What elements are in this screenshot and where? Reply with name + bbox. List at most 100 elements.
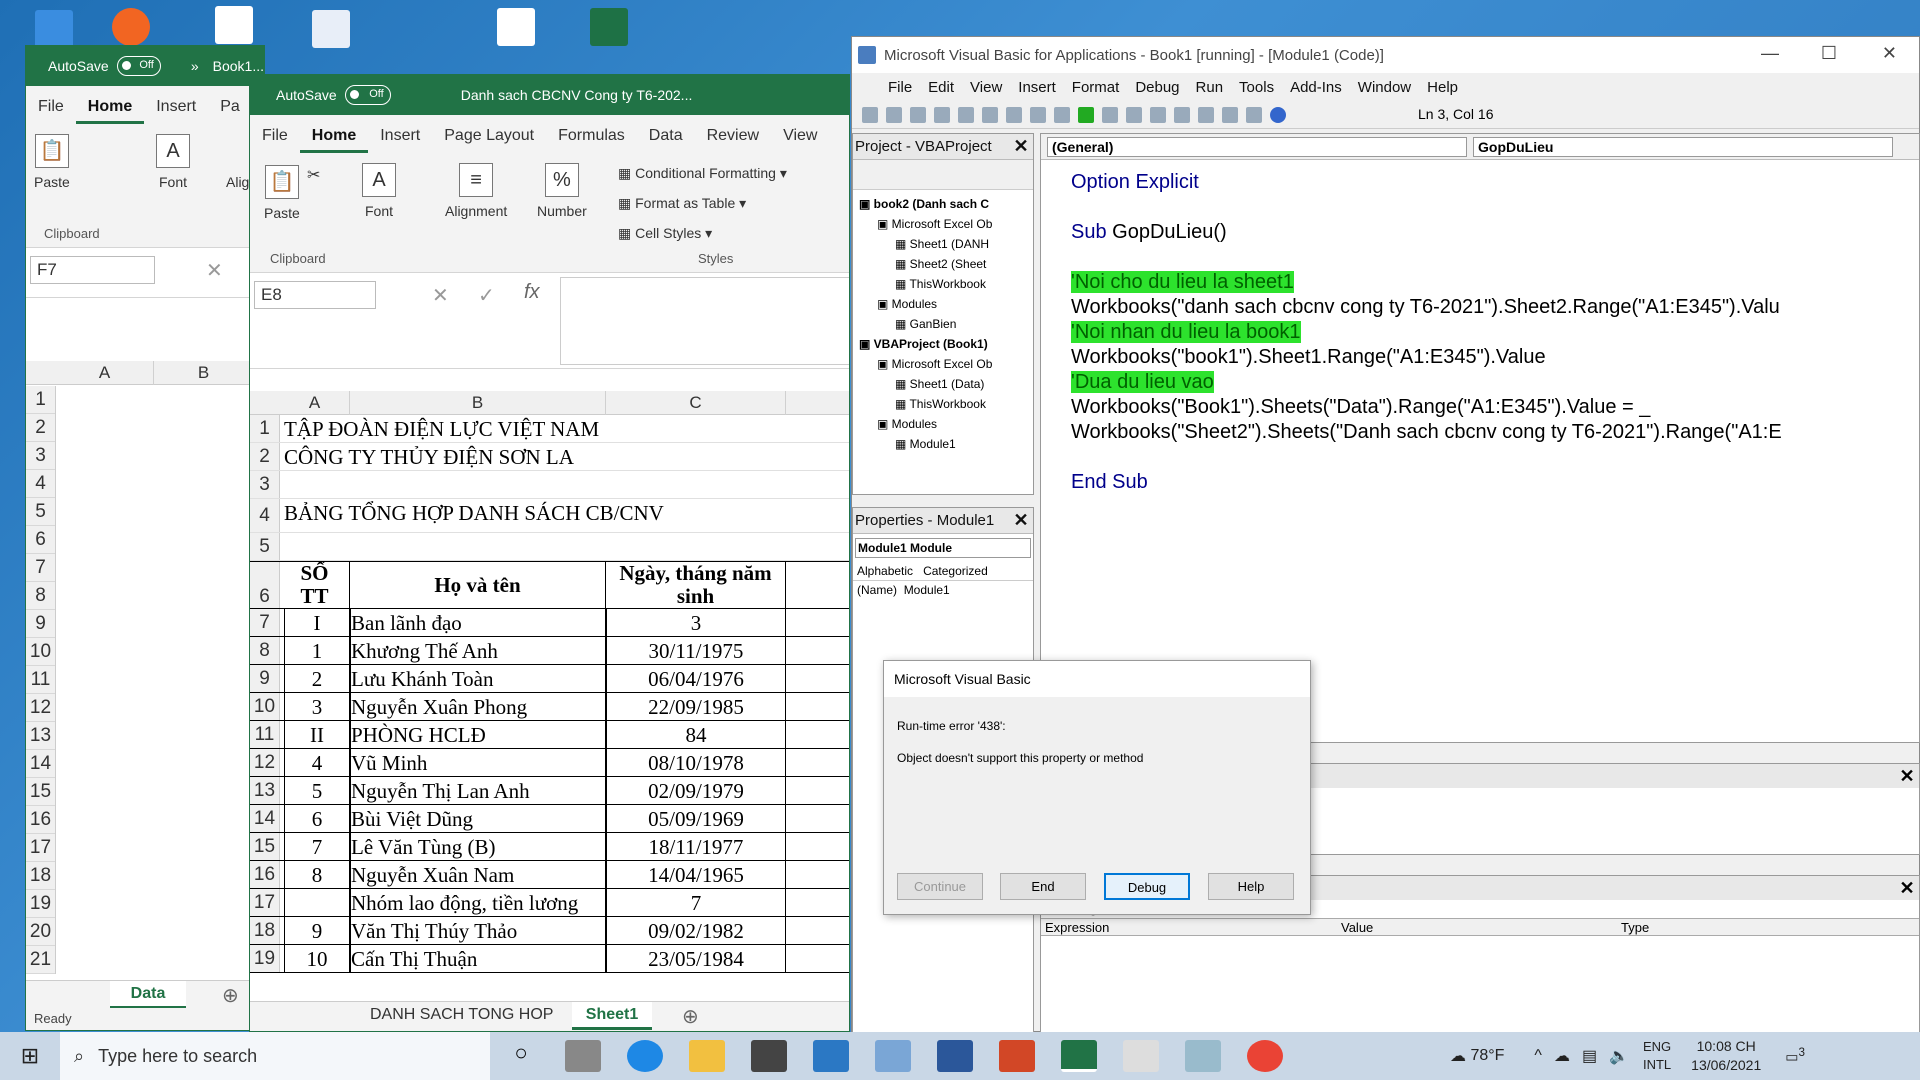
close-pane-icon[interactable]: ✕ (1897, 767, 1917, 787)
cut-icon[interactable] (934, 107, 950, 123)
row-header[interactable]: 6 (26, 526, 55, 554)
vba-menu-view[interactable]: View (970, 79, 1002, 96)
continue-button[interactable]: Continue (897, 873, 983, 900)
cell[interactable]: 8 (284, 861, 350, 888)
cell[interactable]: 23/05/1984 (606, 945, 786, 972)
tree-item[interactable]: ▣ Modules (855, 294, 1031, 314)
row-header[interactable]: 21 (26, 946, 55, 974)
tray-chevron-icon[interactable]: ^ (1534, 1047, 1542, 1065)
tree-item[interactable]: ▦ GanBien (855, 314, 1031, 334)
watch-col-expression[interactable]: Expression (1045, 920, 1109, 935)
row-header[interactable]: 6 (250, 562, 280, 608)
cell[interactable]: 84 (606, 721, 786, 748)
function-icon[interactable]: fx (524, 281, 540, 304)
cell[interactable]: Văn Thị Thúy Thảo (350, 917, 606, 944)
vba-menu-help[interactable]: Help (1427, 79, 1458, 96)
col-header-c[interactable]: C (606, 391, 786, 415)
project-tree[interactable]: ▣ book2 (Danh sach C ▣ Microsoft Excel Ob… (853, 190, 1033, 458)
alignment-button[interactable]: ≡ Alignment (445, 163, 507, 219)
cell[interactable]: Lê Văn Tùng (B) (350, 833, 606, 860)
tree-item[interactable]: ▦ Sheet1 (Data) (855, 374, 1031, 394)
menu-file[interactable]: File (250, 127, 300, 153)
cell[interactable]: 1 (284, 637, 350, 664)
vba-menu-addins[interactable]: Add-Ins (1290, 79, 1342, 96)
cell[interactable]: Nguyễn Xuân Phong (350, 693, 606, 720)
row-header[interactable]: 11 (26, 666, 55, 694)
code-text[interactable]: Option Explicit Sub GopDuLieu() 'Noi cho… (1071, 170, 1901, 495)
font-button[interactable]: A Font (362, 163, 396, 219)
row-header[interactable]: 11 (250, 721, 280, 748)
project-icon[interactable] (1174, 107, 1190, 123)
cell[interactable] (606, 443, 786, 470)
menu-home[interactable]: Home (75, 98, 145, 124)
excel-window-danhsach[interactable]: AutoSave Off Danh sach CBCNV Cong ty T6-… (249, 74, 850, 1032)
row-header[interactable]: 5 (250, 533, 280, 560)
watch-col-type[interactable]: Type (1621, 920, 1649, 935)
cell[interactable]: II (284, 721, 350, 748)
col-header-a[interactable]: A (56, 361, 154, 385)
menu-insert[interactable]: Insert (144, 98, 208, 124)
paste-button[interactable]: 📋 Paste (34, 134, 70, 190)
desktop-icon-5[interactable] (497, 8, 535, 46)
cell[interactable]: 10 (284, 945, 350, 972)
add-sheet-icon[interactable]: ⊕ (682, 1004, 699, 1029)
cell[interactable]: 05/09/1969 (606, 805, 786, 832)
code-line[interactable] (1071, 195, 1901, 220)
code-line[interactable]: Sub GopDuLieu() (1071, 220, 1901, 245)
namebox[interactable]: E8 (254, 281, 376, 309)
paste-button[interactable]: 📋 Paste (264, 165, 300, 221)
cut-icon[interactable]: ✂ (307, 165, 320, 185)
menu-data[interactable]: Data (637, 127, 695, 153)
cell[interactable]: 14/04/1965 (606, 861, 786, 888)
menu-view[interactable]: View (771, 127, 829, 153)
cell[interactable] (606, 471, 786, 498)
row-header[interactable]: 4 (250, 499, 280, 532)
properties-select[interactable]: Module1 Module (855, 538, 1031, 558)
header-dob[interactable]: Ngày, tháng năm sinh (606, 562, 786, 608)
mail-icon[interactable] (813, 1040, 849, 1072)
object-dropdown[interactable]: (General) (1047, 137, 1467, 157)
tree-item[interactable]: ▣ Modules (855, 414, 1031, 434)
chrome-icon[interactable] (1247, 1040, 1283, 1072)
row-header[interactable]: 1 (250, 415, 280, 442)
row-header[interactable]: 4 (26, 470, 55, 498)
help-icon[interactable] (1270, 107, 1286, 123)
vba-menu-run[interactable]: Run (1196, 79, 1224, 96)
row-header[interactable]: 3 (250, 471, 280, 498)
cancel-icon[interactable]: ✕ (206, 258, 223, 283)
cell[interactable]: Bùi Việt Dũng (350, 805, 606, 832)
copy-icon[interactable] (958, 107, 974, 123)
row-header[interactable]: 8 (250, 637, 280, 664)
row-header[interactable]: 18 (26, 862, 55, 890)
row-header[interactable]: 8 (26, 582, 55, 610)
cell[interactable]: 5 (284, 777, 350, 804)
cell[interactable]: Lưu Khánh Toàn (350, 665, 606, 692)
code-line[interactable] (1071, 245, 1901, 270)
code-line[interactable]: Workbooks("Book1").Sheets("Data").Range(… (1071, 395, 1901, 420)
add-sheet-icon[interactable]: ⊕ (222, 983, 239, 1008)
code-line[interactable]: 'Noi cho du lieu la sheet1 (1071, 270, 1901, 295)
row-header[interactable]: 16 (26, 806, 55, 834)
properties-name-row[interactable]: (Name) Module1 (853, 580, 1033, 599)
cell[interactable]: 02/09/1979 (606, 777, 786, 804)
paint-icon[interactable] (1185, 1040, 1221, 1072)
autosave-toggle[interactable]: Off (116, 56, 161, 76)
cell[interactable]: Ban lãnh đạo (350, 609, 606, 636)
language-indicator[interactable]: ENG INTL (1643, 1038, 1671, 1074)
header-stt[interactable]: SỐ TT (280, 562, 350, 608)
row-header[interactable]: 19 (250, 945, 280, 972)
cell[interactable]: 09/02/1982 (606, 917, 786, 944)
undo-icon[interactable] (1030, 107, 1046, 123)
menu-review[interactable]: Review (695, 127, 771, 153)
desktop-icon-2[interactable] (112, 8, 150, 46)
row-header[interactable]: 13 (26, 722, 55, 750)
row-header[interactable]: 15 (250, 833, 280, 860)
vba-menu-edit[interactable]: Edit (928, 79, 954, 96)
powerpoint-icon[interactable] (999, 1040, 1035, 1072)
cell[interactable] (606, 415, 786, 442)
vba-menu-format[interactable]: Format (1072, 79, 1120, 96)
cell[interactable]: Nguyễn Thị Lan Anh (350, 777, 606, 804)
code-line[interactable]: Workbooks("Sheet2").Sheets("Danh sach cb… (1071, 420, 1901, 445)
cell[interactable]: 22/09/1985 (606, 693, 786, 720)
cell[interactable] (350, 443, 606, 470)
